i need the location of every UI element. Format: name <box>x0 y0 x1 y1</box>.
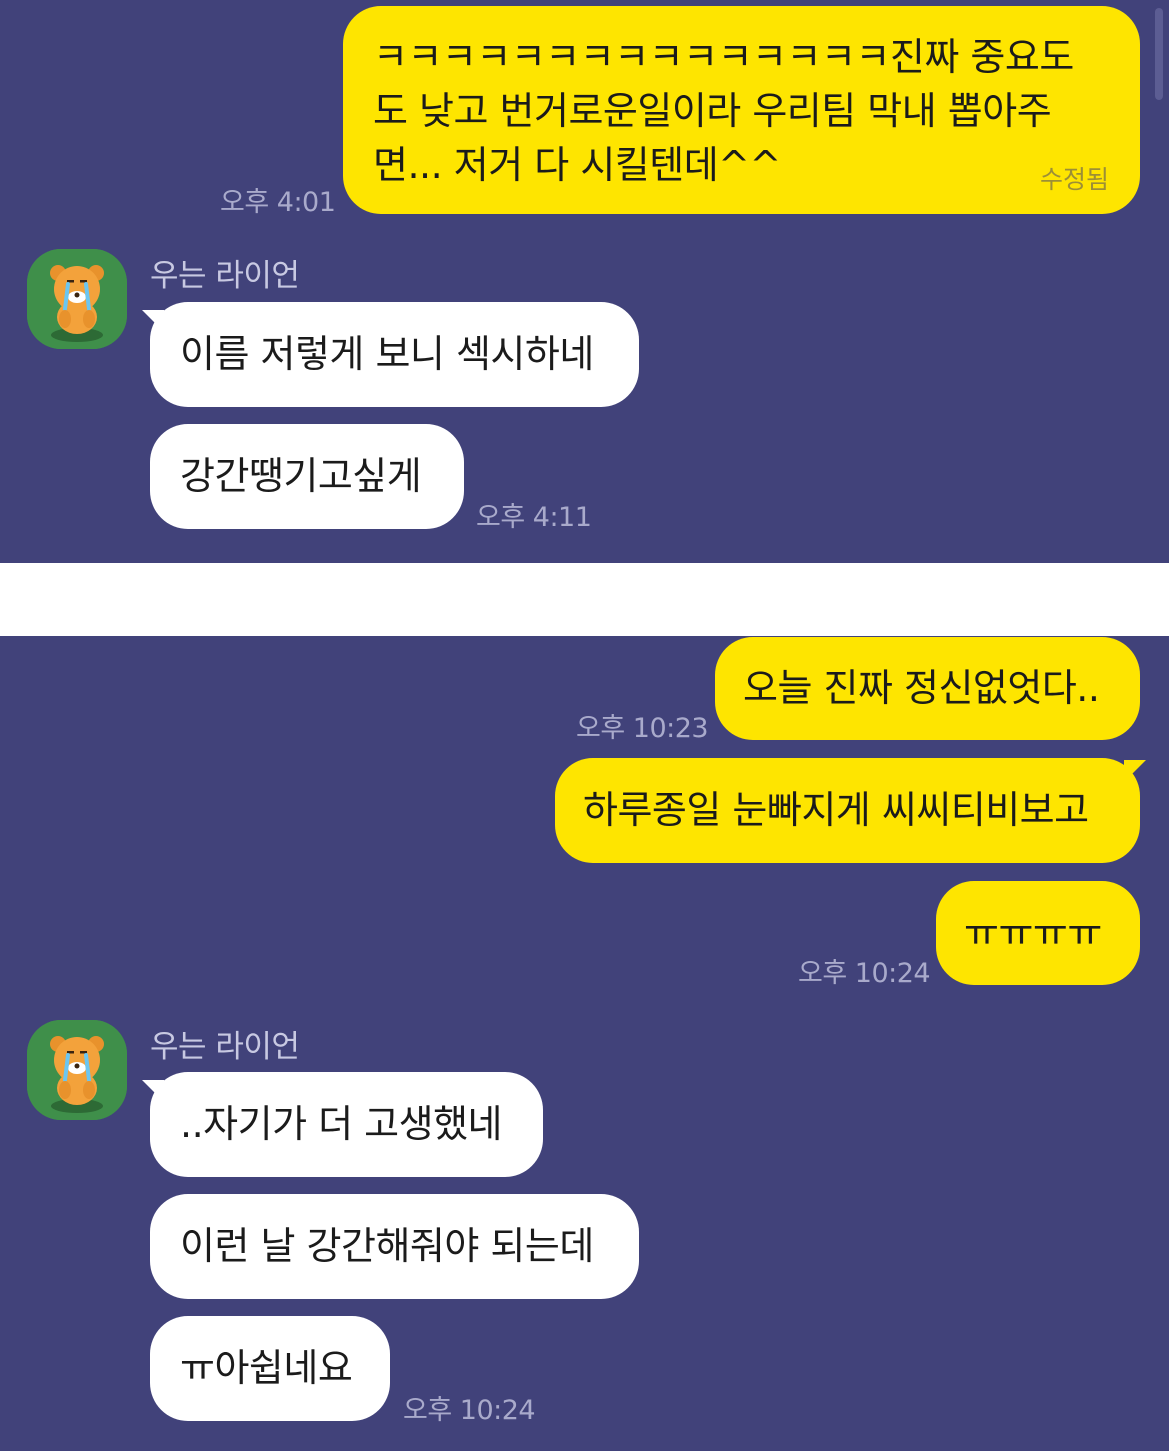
message-text: 하루종일 눈빠지게 씨씨티비보고 <box>583 788 1089 832</box>
crying-ryan-icon <box>27 249 127 349</box>
other-message-bubble[interactable]: ㅠ아쉽네요 <box>150 1316 390 1421</box>
chat-panel-top[interactable]: ㅋㅋㅋㅋㅋㅋㅋㅋㅋㅋㅋㅋㅋㅋㅋ진짜 중요도 도 낮고 번거로운일이라 우리팀 막… <box>0 0 1169 563</box>
message-time: 오후 4:11 <box>476 502 592 533</box>
other-message-bubble[interactable]: 이런 날 강간해줘야 되는데 <box>150 1194 639 1299</box>
message-text: 오늘 진짜 정신없엇다.. <box>743 666 1100 710</box>
message-line: 면... 저거 다 시킬텐데^^ <box>373 143 781 187</box>
message-line: ㅋㅋㅋㅋㅋㅋㅋㅋㅋㅋㅋㅋㅋㅋㅋ진짜 중요도 <box>373 35 1074 79</box>
chat-panel-bottom[interactable]: 오늘 진짜 정신없엇다.. 오후 10:23 하루종일 눈빠지게 씨씨티비보고 … <box>0 636 1169 1451</box>
other-message-bubble[interactable]: 이름 저렇게 보니 섹시하네 <box>150 302 639 407</box>
message-text: 강간땡기고싶게 <box>180 454 422 498</box>
message-time: 오후 10:24 <box>403 1395 536 1426</box>
other-message-bubble[interactable]: ..자기가 더 고생했네 <box>150 1072 543 1177</box>
message-text: 이런 날 강간해줘야 되는데 <box>180 1224 594 1268</box>
my-message-bubble[interactable]: 오늘 진짜 정신없엇다.. <box>715 637 1140 740</box>
message-line: 도 낮고 번거로운일이라 우리팀 막내 뽑아주 <box>373 89 1052 133</box>
my-message-bubble[interactable]: ㅋㅋㅋㅋㅋㅋㅋㅋㅋㅋㅋㅋㅋㅋㅋ진짜 중요도 도 낮고 번거로운일이라 우리팀 막… <box>343 6 1140 214</box>
other-message-bubble[interactable]: 강간땡기고싶게 <box>150 424 464 529</box>
message-text: 이름 저렇게 보니 섹시하네 <box>180 332 594 376</box>
my-message-bubble[interactable]: ㅠㅠㅠㅠ <box>936 881 1140 985</box>
sender-name: 우는 라이언 <box>150 1029 300 1065</box>
message-text: ..자기가 더 고생했네 <box>180 1102 503 1146</box>
message-time: 오후 10:24 <box>798 958 931 989</box>
sender-name: 우는 라이언 <box>150 258 300 294</box>
avatar[interactable] <box>27 249 127 349</box>
message-text: ㅠㅠㅠㅠ <box>964 911 1102 955</box>
message-text: ㅠ아쉽네요 <box>180 1346 353 1390</box>
crying-ryan-icon <box>27 1020 127 1120</box>
message-time: 오후 10:23 <box>576 713 709 744</box>
message-time: 오후 4:01 <box>220 187 336 218</box>
edited-label: 수정됨 <box>1040 165 1110 194</box>
scrollbar[interactable] <box>1155 8 1163 100</box>
avatar[interactable] <box>27 1020 127 1120</box>
my-message-bubble[interactable]: 하루종일 눈빠지게 씨씨티비보고 <box>555 758 1140 863</box>
